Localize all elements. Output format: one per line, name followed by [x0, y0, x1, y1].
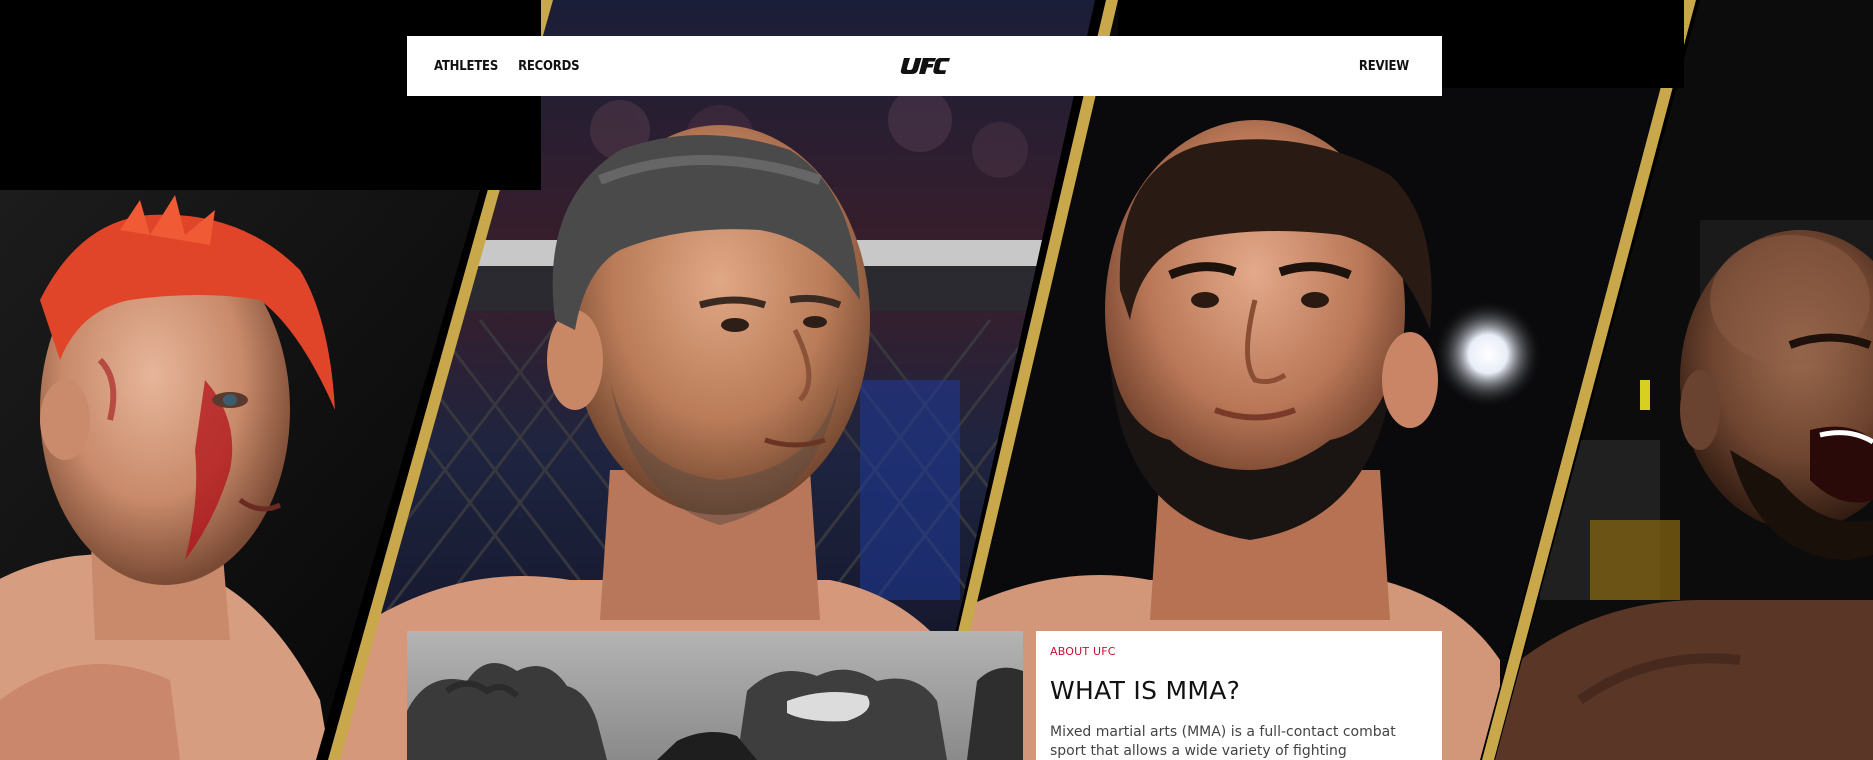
- top-navbar: ATHLETES RECORDS REVIEW: [407, 36, 1442, 96]
- nav-link-records[interactable]: RECORDS: [518, 59, 579, 74]
- about-title: WHAT IS MMA?: [1050, 676, 1241, 705]
- about-eyebrow: ABOUT UFC: [1050, 645, 1116, 658]
- nav-link-review[interactable]: REVIEW: [1359, 59, 1409, 74]
- nav-right-group: REVIEW: [1359, 59, 1409, 74]
- about-ufc-card: ABOUT UFC WHAT IS MMA? Mixed martial art…: [1036, 631, 1442, 760]
- ufc-logo-icon: [900, 58, 950, 74]
- history-photo: [407, 631, 1023, 760]
- bw-photo: [407, 631, 1023, 760]
- about-body: Mixed martial arts (MMA) is a full-conta…: [1050, 724, 1396, 759]
- nav-link-athletes[interactable]: ATHLETES: [434, 59, 498, 74]
- nav-left-group: ATHLETES RECORDS: [434, 59, 580, 74]
- ufc-logo[interactable]: [900, 56, 950, 76]
